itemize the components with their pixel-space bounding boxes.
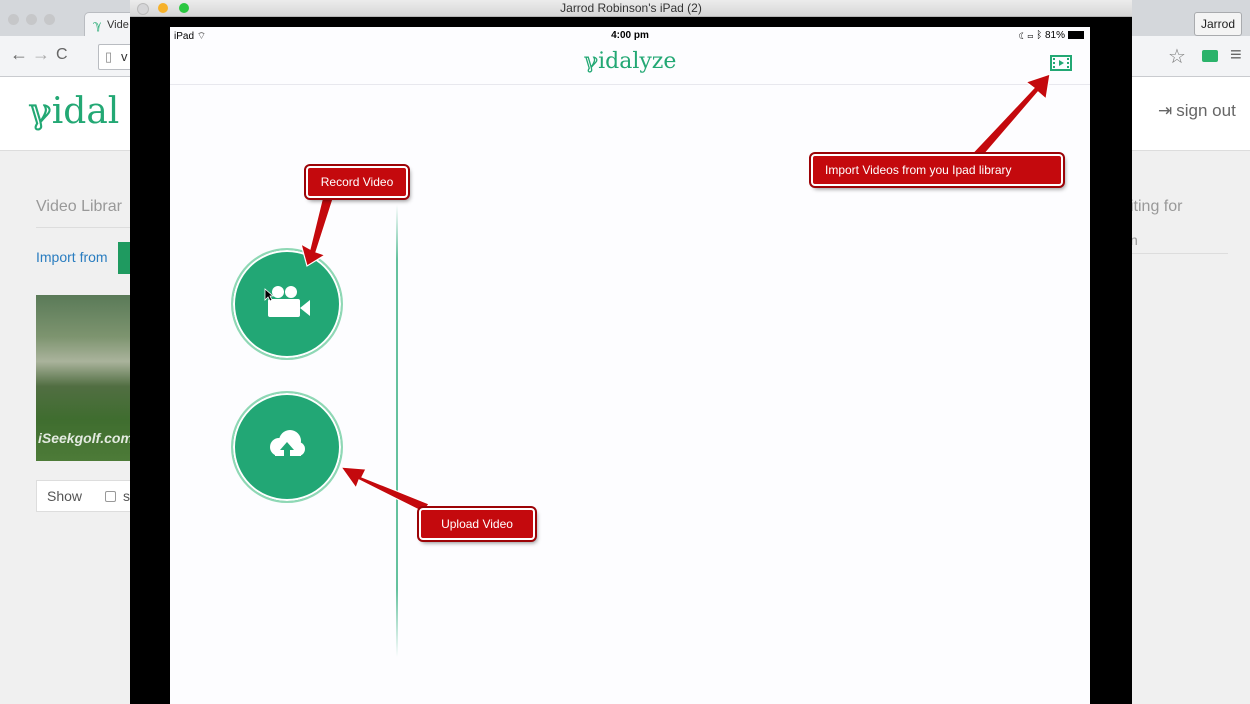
show-label: Show (47, 488, 83, 504)
minimize-window-button[interactable] (26, 14, 37, 25)
thumbnail-watermark: iSeekgolf.com (38, 430, 133, 446)
ipad-screen: iPad ︎⌔ 4:00 pm ☾ ▭ ᛒ 81% ℽidalyze (170, 27, 1090, 704)
header-divider (170, 84, 1090, 85)
page-icon: ▯ (105, 49, 113, 64)
zoom-window-button[interactable] (44, 14, 55, 25)
record-video-callout: Record Video (306, 166, 408, 198)
sign-out-link[interactable]: ⇥ sign out (1158, 101, 1236, 121)
record-video-button[interactable] (231, 248, 343, 360)
video-library-heading: Video Librar (36, 198, 122, 215)
divider (1130, 253, 1228, 254)
airplay-icon: ▭ (1027, 30, 1034, 41)
bookmark-star-icon[interactable]: ☆ (1168, 44, 1186, 69)
simulator-title: Jarrod Robinson's iPad (2) (560, 1, 702, 15)
sign-out-icon: ⇥ (1158, 101, 1173, 120)
ios-status-bar: iPad ︎⌔ 4:00 pm ☾ ▭ ᛒ 81% (170, 27, 1090, 45)
sign-out-label: sign out (1176, 101, 1236, 120)
show-checkbox-label: s (123, 488, 130, 504)
site-logo[interactable]: ℽidal (28, 91, 119, 132)
browser-tab-title: Vide (107, 19, 129, 31)
mouse-cursor-icon (264, 288, 274, 302)
show-checkbox[interactable] (105, 491, 116, 502)
film-strip-icon[interactable] (1050, 55, 1072, 71)
timeline-line (396, 205, 398, 657)
app-logo: ℽidalyze (583, 49, 677, 74)
address-text: v (121, 49, 128, 64)
status-right: ☾ ▭ ᛒ 81% (1019, 30, 1084, 41)
status-time: 4:00 pm (611, 30, 649, 41)
back-arrow-icon[interactable]: ← (10, 44, 28, 65)
bluetooth-icon: ᛒ (1036, 30, 1043, 41)
upload-video-callout: Upload Video (419, 508, 535, 540)
menu-icon[interactable]: ≡ (1230, 44, 1242, 67)
waiting-heading: iting for (1130, 198, 1183, 215)
simulator-titlebar: Jarrod Robinson's iPad (2) (130, 0, 1132, 17)
battery-percent: 81% (1044, 30, 1065, 41)
divider (36, 227, 136, 228)
video-camera-icon (268, 286, 310, 317)
forward-arrow-icon[interactable]: → (32, 44, 50, 65)
reload-icon[interactable]: C (56, 46, 68, 64)
show-filter-row: Show s (36, 480, 134, 512)
moon-icon: ☾ (1018, 30, 1025, 41)
battery-icon (1068, 31, 1084, 40)
profile-button[interactable]: Jarrod (1193, 12, 1242, 36)
cloud-upload-icon (270, 430, 305, 458)
upload-video-button[interactable] (231, 391, 343, 503)
import-from-label: Import from (36, 249, 108, 265)
vidalyze-favicon-icon: ℽ (93, 18, 102, 32)
close-window-button[interactable] (8, 14, 19, 25)
import-videos-callout: Import Videos from you Ipad library (811, 154, 1063, 186)
video-extension-icon[interactable] (1202, 50, 1218, 62)
